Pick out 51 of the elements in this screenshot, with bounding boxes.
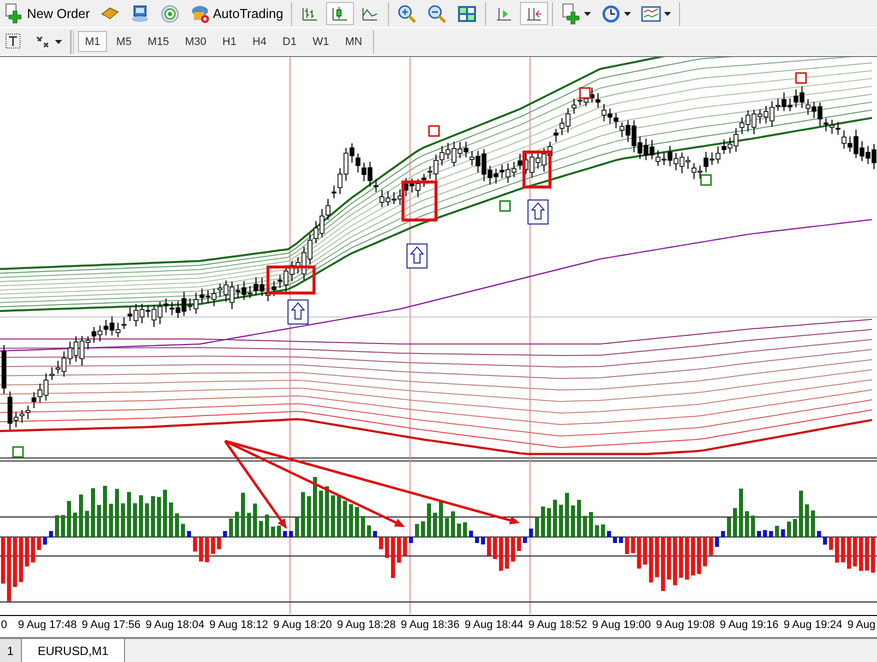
zoom-in-icon bbox=[397, 4, 418, 24]
chart-tab[interactable]: EURUSD,M1 bbox=[22, 639, 126, 662]
tile-windows-icon bbox=[457, 4, 478, 24]
signal-marker bbox=[428, 125, 440, 137]
candlestick-chart-button[interactable] bbox=[326, 2, 354, 25]
time-axis-label: 9 Aug 19:00 bbox=[591, 618, 652, 631]
autotrading-button[interactable]: AutoTrading bbox=[186, 2, 288, 25]
time-axis-label: 9 Aug 18:28 bbox=[336, 618, 397, 631]
timeframe-button[interactable]: D1 bbox=[276, 31, 304, 52]
zoom-out-icon bbox=[427, 4, 448, 24]
timeframe-button[interactable]: M15 bbox=[140, 31, 176, 52]
time-axis-label: 9 Aug 18:36 bbox=[400, 618, 461, 631]
timeframe-button[interactable]: W1 bbox=[306, 31, 336, 52]
time-axis-label: 9 Aug 18:20 bbox=[272, 618, 333, 631]
caret-icon bbox=[584, 10, 592, 16]
signal-marker bbox=[12, 446, 24, 458]
timeframe-button[interactable]: M5 bbox=[109, 31, 139, 52]
signal-marker bbox=[795, 72, 807, 84]
timeframe-button[interactable]: MN bbox=[338, 31, 370, 52]
time-axis-label: 9 Aug 18:12 bbox=[208, 618, 270, 631]
caret-icon bbox=[624, 10, 632, 16]
time-axis-label: 0 bbox=[0, 618, 8, 631]
time-axis-label: 9 Aug 18:44 bbox=[464, 618, 524, 631]
chart-tab[interactable]: 1 bbox=[0, 639, 22, 662]
new-order-icon bbox=[4, 2, 24, 24]
timeframe-button[interactable]: M1 bbox=[78, 31, 108, 52]
time-axis-label: 9 Aug 18:04 bbox=[144, 618, 206, 631]
timeframe-button[interactable]: M30 bbox=[178, 31, 214, 52]
terminal-icon bbox=[130, 4, 150, 24]
clock-icon bbox=[601, 4, 622, 24]
timeframe-button[interactable]: H4 bbox=[245, 31, 274, 52]
time-axis-label: 9 Aug bbox=[846, 618, 876, 631]
highlight-rectangle bbox=[402, 180, 438, 222]
chart-template-icon bbox=[641, 4, 662, 24]
time-axis-label: 9 Aug 17:48 bbox=[17, 618, 78, 631]
signal-marker bbox=[499, 200, 511, 212]
caret-icon bbox=[664, 10, 672, 16]
time-axis-label: 9 Aug 19:08 bbox=[654, 618, 716, 631]
highlight-rectangle bbox=[266, 266, 316, 294]
chart-shift-button[interactable] bbox=[520, 2, 548, 25]
document-plus-icon bbox=[561, 2, 582, 24]
time-axis-label: 9 Aug 19:24 bbox=[782, 618, 844, 631]
time-axis-label: 9 Aug 19:16 bbox=[718, 618, 780, 631]
time-axis-label: 9 Aug 17:56 bbox=[80, 618, 142, 631]
time-axis-label: 9 Aug 18:52 bbox=[527, 618, 588, 631]
new-order-button[interactable]: New Order bbox=[0, 2, 94, 25]
caret-icon bbox=[55, 38, 62, 44]
timeframe-button[interactable]: H1 bbox=[215, 31, 244, 52]
highlight-rectangle bbox=[522, 150, 552, 188]
signal-marker bbox=[579, 87, 591, 99]
signal-marker bbox=[700, 174, 712, 186]
